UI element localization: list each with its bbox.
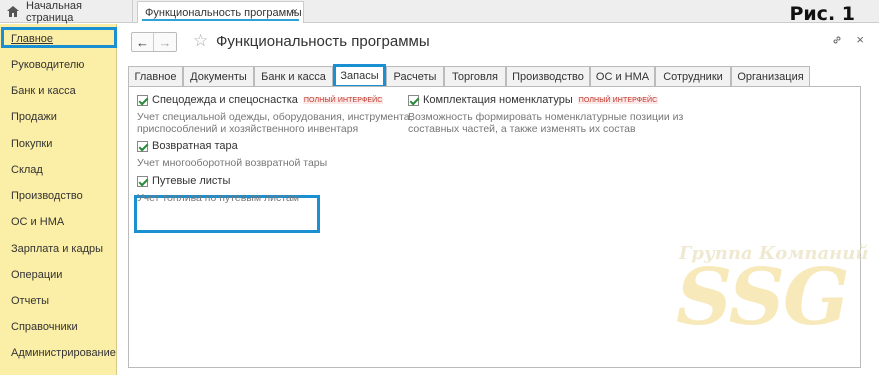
sidebar-item-directories[interactable]: Справочники	[11, 321, 78, 333]
bundling-badge: ПОЛНЫЙ ИНТЕРФЕЙС	[577, 96, 659, 104]
bundling-checkbox[interactable]	[408, 94, 419, 106]
workwear-description-line1: Учет специальной одежды, оборудования, и…	[137, 111, 413, 123]
active-tab-indicator	[142, 19, 299, 21]
home-icon	[7, 6, 19, 17]
option-returnable-container: Возвратная тара	[137, 140, 238, 152]
sidebar-item-salary[interactable]: Зарплата и кадры	[11, 243, 103, 255]
main-area: ← → ☆ Функциональность программы × Главн…	[118, 24, 879, 375]
figure-label: Рис. 1	[789, 3, 855, 25]
top-tab-bar: Начальная страница Функциональность прог…	[0, 0, 879, 25]
sidebar-item-main[interactable]: Главное	[11, 33, 53, 45]
option-workwear: Спецодежда и спецоснастка ПОЛНЫЙ ИНТЕРФЕ…	[137, 94, 384, 106]
tab-main[interactable]: Главное	[128, 66, 183, 87]
returnable-container-checkbox[interactable]	[137, 140, 148, 152]
close-tab-icon[interactable]: ×	[292, 6, 298, 18]
tab-functionality[interactable]: Функциональность программы ×	[137, 1, 304, 23]
sidebar-item-fixed-assets[interactable]: ОС и НМА	[11, 216, 64, 228]
sidebar-item-operations[interactable]: Операции	[11, 269, 62, 281]
waybills-checkbox[interactable]	[137, 175, 148, 187]
tab-organization[interactable]: Организация	[731, 66, 810, 87]
nav-buttons: ← →	[131, 32, 177, 52]
bundling-description-line2: составных частей, а также изменять их со…	[408, 123, 636, 135]
workwear-description-line2: приспособлений и хозяйственного инвентар…	[137, 123, 359, 135]
tab-fixed-assets[interactable]: ОС и НМА	[590, 66, 655, 87]
sidebar-item-administration[interactable]: Администрирование	[11, 347, 116, 359]
sidebar-item-purchases[interactable]: Покупки	[11, 138, 52, 150]
sidebar-item-bank[interactable]: Банк и касса	[11, 85, 76, 97]
functionality-tab-label: Функциональность программы	[145, 6, 302, 19]
sidebar: Главное Руководителю Банк и касса Продаж…	[0, 24, 117, 375]
page-title: Функциональность программы	[216, 33, 430, 50]
returnable-container-label: Возвратная тара	[152, 140, 238, 152]
bundling-label: Комплектация номенклатуры	[423, 94, 573, 106]
sidebar-item-manager[interactable]: Руководителю	[11, 59, 84, 71]
option-bundling: Комплектация номенклатуры ПОЛНЫЙ ИНТЕРФЕ…	[408, 94, 659, 106]
favorite-star-icon[interactable]: ☆	[193, 31, 208, 51]
waybills-description: Учет топлива по путевым листам	[137, 192, 299, 204]
forward-button[interactable]: →	[154, 33, 176, 51]
sidebar-item-production[interactable]: Производство	[11, 190, 83, 202]
workwear-checkbox[interactable]	[137, 94, 148, 106]
workwear-label: Спецодежда и спецоснастка	[152, 94, 298, 106]
tab-documents[interactable]: Документы	[183, 66, 254, 87]
options-panel: Спецодежда и спецоснастка ПОЛНЫЙ ИНТЕРФЕ…	[128, 86, 861, 368]
home-tab[interactable]: Начальная страница	[0, 0, 133, 24]
back-button[interactable]: ←	[132, 33, 155, 51]
sidebar-item-warehouse[interactable]: Склад	[11, 164, 43, 176]
tab-settlements[interactable]: Расчеты	[386, 66, 444, 87]
tab-bank[interactable]: Банк и касса	[254, 66, 333, 87]
sidebar-item-sales[interactable]: Продажи	[11, 111, 57, 123]
workwear-badge: ПОЛНЫЙ ИНТЕРФЕЙС	[302, 96, 384, 104]
option-waybills: Путевые листы	[137, 175, 230, 187]
tab-employees[interactable]: Сотрудники	[655, 66, 731, 87]
waybills-label: Путевые листы	[152, 175, 231, 187]
tab-production[interactable]: Производство	[506, 66, 590, 87]
returnable-container-description: Учет многооборотной возвратной тары	[137, 157, 328, 169]
home-tab-label: Начальная страница	[26, 0, 82, 24]
sidebar-item-reports[interactable]: Отчеты	[11, 295, 49, 307]
close-window-icon[interactable]: ×	[856, 32, 864, 47]
tab-trade[interactable]: Торговля	[444, 66, 506, 87]
tab-stocks[interactable]: Запасы	[333, 64, 386, 88]
bundling-description-line1: Возможность формировать номенклатурные п…	[408, 111, 684, 123]
link-icon[interactable]	[831, 34, 843, 49]
